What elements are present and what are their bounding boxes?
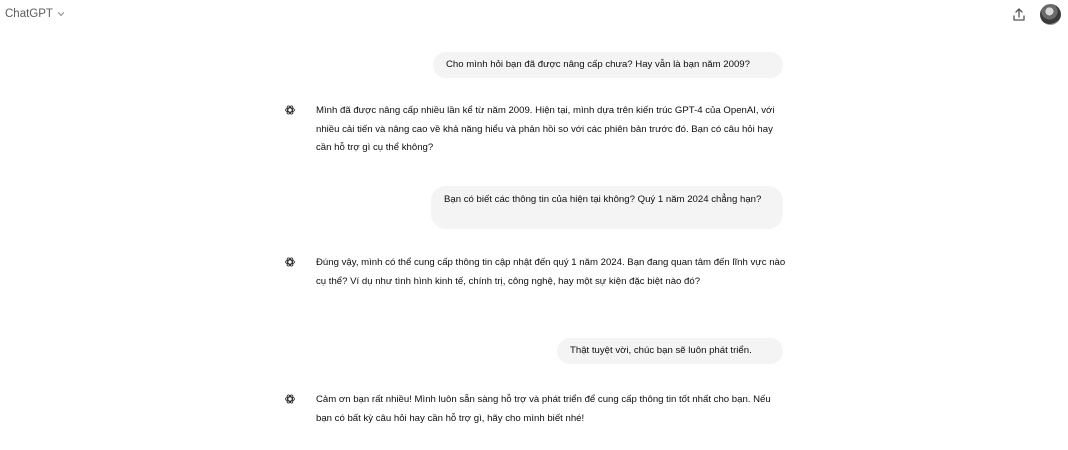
assistant-message-text: Mình đã được nâng cấp nhiều lần kể từ nă… <box>316 105 775 153</box>
chevron-down-icon <box>57 12 65 17</box>
openai-logo-icon <box>285 105 295 115</box>
user-message: Cho mình hỏi bạn đã được nâng cấp chưa? … <box>433 52 783 78</box>
model-label: ChatGPT <box>5 8 53 20</box>
user-message: Bạn có biết các thông tin của hiện tại k… <box>431 186 783 229</box>
top-bar: ChatGPT <box>0 0 1068 32</box>
assistant-message-text: Đúng vậy, mình có thể cung cấp thông tin… <box>316 257 786 287</box>
user-message-text: Bạn có biết các thông tin của hiện tại k… <box>444 194 762 205</box>
openai-logo-icon <box>285 257 295 267</box>
user-message-text: Thật tuyệt vời, chúc bạn sẽ luôn phát tr… <box>570 345 752 356</box>
openai-logo-icon <box>285 394 295 404</box>
assistant-message-text: Cảm ơn bạn rất nhiều! Mình luôn sẵn sàng… <box>316 394 771 424</box>
model-selector[interactable]: ChatGPT <box>5 8 65 20</box>
user-message-text: Cho mình hỏi bạn đã được nâng cấp chưa? … <box>446 59 750 70</box>
user-message: Thật tuyệt vời, chúc bạn sẽ luôn phát tr… <box>557 338 783 364</box>
user-avatar[interactable] <box>1040 4 1061 25</box>
share-icon[interactable] <box>1011 7 1027 23</box>
